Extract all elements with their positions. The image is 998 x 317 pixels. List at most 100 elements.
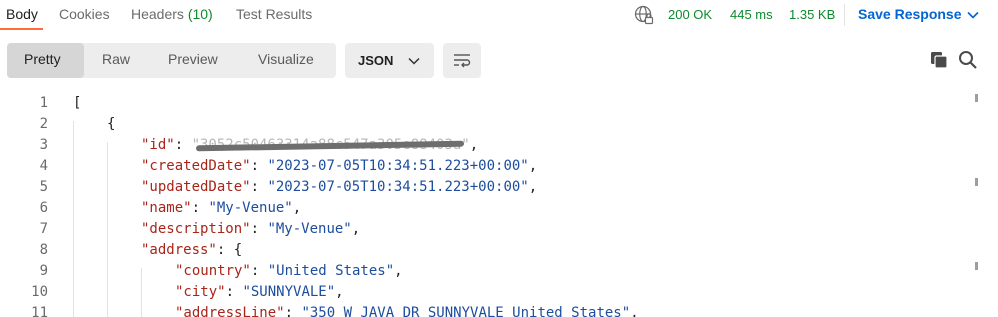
code-line: 4 "createdDate": "2023-07-05T10:34:51.223… [0, 156, 960, 177]
chevron-down-icon[interactable] [966, 9, 980, 21]
code-content: [ [73, 93, 81, 114]
json-key: "createdDate" [141, 158, 251, 174]
line-number: 1 [39, 95, 48, 111]
wrap-lines-button[interactable] [443, 43, 481, 78]
json-punctuation: : [250, 179, 268, 195]
code-content: "updatedDate": "2023-07-05T10:34:51.223+… [141, 177, 537, 198]
code-line: 10 "city": "SUNNYVALE", [0, 282, 960, 303]
line-number: 7 [39, 221, 48, 237]
json-string-value: "2023-07-05T10:34:51.223+00:00" [267, 158, 529, 174]
view-mode-selector: Pretty Raw Preview Visualize [7, 43, 336, 78]
json-string-value: "350 W JAVA DR SUNNYVALE United States" [301, 305, 631, 317]
line-number: 5 [39, 179, 48, 195]
save-response-button[interactable]: Save Response [858, 6, 962, 22]
code-content: { [107, 114, 115, 135]
code-line: 3 "id": "3052c50463314a88c547a305e88403a"… [0, 135, 960, 156]
view-pretty-button[interactable]: Pretty [24, 51, 61, 67]
json-punctuation: : [191, 200, 209, 216]
code-content: "city": "SUNNYVALE", [175, 282, 344, 303]
response-tabs: Body Cookies Headers (10) Test Results 2… [0, 0, 998, 30]
status-code: 200 OK [668, 7, 713, 22]
json-key: "name" [141, 200, 192, 216]
code-line: 2{ [0, 114, 960, 135]
line-number: 9 [39, 263, 48, 279]
json-punctuation: { [107, 116, 116, 132]
json-string-value: "SUNNYVALE" [242, 284, 336, 300]
line-number: 2 [39, 116, 48, 132]
json-string-value: "2023-07-05T10:34:51.223+00:00" [267, 179, 529, 195]
scroll-marker [975, 262, 978, 270]
headers-count-badge: (10) [187, 6, 213, 22]
json-punctuation: , [528, 158, 538, 174]
view-preview-button[interactable]: Preview [168, 51, 218, 67]
language-select[interactable]: JSON [345, 43, 434, 78]
json-punctuation: : [250, 158, 268, 174]
response-body-editor[interactable]: 1[2{3"id": "3052c50463314a88c547a305e884… [0, 90, 998, 317]
json-punctuation: , [394, 263, 403, 279]
json-punctuation: [ [73, 95, 82, 111]
tab-cookies[interactable]: Cookies [59, 6, 110, 22]
line-number: 8 [39, 242, 48, 258]
scroll-marker [975, 94, 978, 102]
tab-test-results[interactable]: Test Results [236, 6, 312, 22]
indent-guide [141, 268, 142, 317]
indent-guide [73, 121, 74, 317]
json-punctuation: : [174, 137, 192, 153]
view-visualize-button[interactable]: Visualize [258, 51, 314, 67]
json-key: "country" [175, 263, 251, 279]
search-icon[interactable] [958, 50, 978, 70]
json-key: "description" [141, 221, 251, 237]
copy-icon[interactable] [930, 51, 948, 69]
divider [844, 4, 845, 26]
code-line: 8 "address": { [0, 240, 960, 261]
chevron-down-icon [408, 57, 420, 65]
json-key: "address" [141, 242, 217, 258]
json-punctuation: : { [216, 242, 243, 258]
code-content: "address": { [141, 240, 242, 261]
tab-body[interactable]: Body [6, 6, 38, 22]
language-label: JSON [358, 53, 394, 68]
scrollbar[interactable] [975, 90, 981, 317]
json-punctuation: , [351, 221, 361, 237]
code-content: "country": "United States", [175, 261, 403, 282]
code-line: 5 "updatedDate": "2023-07-05T10:34:51.223… [0, 177, 960, 198]
json-punctuation: , [335, 284, 344, 300]
line-number: 3 [39, 137, 48, 153]
code-line: 9 "country": "United States", [0, 261, 960, 282]
code-content: "description": "My-Venue", [141, 219, 360, 240]
code-content: "createdDate": "2023-07-05T10:34:51.223+… [141, 156, 537, 177]
code-line: 7 "description": "My-Venue", [0, 219, 960, 240]
json-key: "addressLine" [175, 305, 285, 317]
json-string-value: "My-Venue" [208, 200, 293, 216]
json-punctuation: , [292, 200, 302, 216]
json-key: "id" [141, 137, 175, 153]
json-punctuation: , [469, 137, 479, 153]
active-tab-indicator [0, 28, 43, 30]
tab-headers[interactable]: Headers (10) [131, 6, 213, 22]
code-line: 11 "addressLine": "350 W JAVA DR SUNNYVAL… [0, 303, 960, 317]
json-punctuation: , [528, 179, 538, 195]
globe-lock-icon[interactable] [634, 5, 654, 25]
json-key: "updatedDate" [141, 179, 251, 195]
line-number: 11 [31, 305, 48, 317]
json-punctuation: : [284, 305, 302, 317]
json-punctuation: , [630, 305, 639, 317]
wrap-lines-icon [454, 54, 471, 68]
json-string-value: "United States" [267, 263, 395, 279]
tab-headers-label: Headers [131, 6, 184, 22]
code-content: "id": "3052c50463314a88c547a305e88403a", [141, 135, 478, 156]
code-line: 1[ [0, 93, 960, 114]
response-size: 1.35 KB [789, 7, 836, 22]
view-raw-button[interactable]: Raw [102, 51, 130, 67]
redacted-value: "3052c50463314a88c547a305e88403a" [192, 135, 470, 156]
json-key: "city" [175, 284, 226, 300]
code-line: 6 "name": "My-Venue", [0, 198, 960, 219]
json-punctuation: : [225, 284, 243, 300]
json-punctuation: : [250, 263, 268, 279]
json-punctuation: : [250, 221, 268, 237]
response-time: 445 ms [730, 7, 773, 22]
code-content: "name": "My-Venue", [141, 198, 301, 219]
scroll-marker [975, 178, 978, 186]
line-number: 4 [39, 158, 48, 174]
indent-guide [107, 142, 108, 317]
